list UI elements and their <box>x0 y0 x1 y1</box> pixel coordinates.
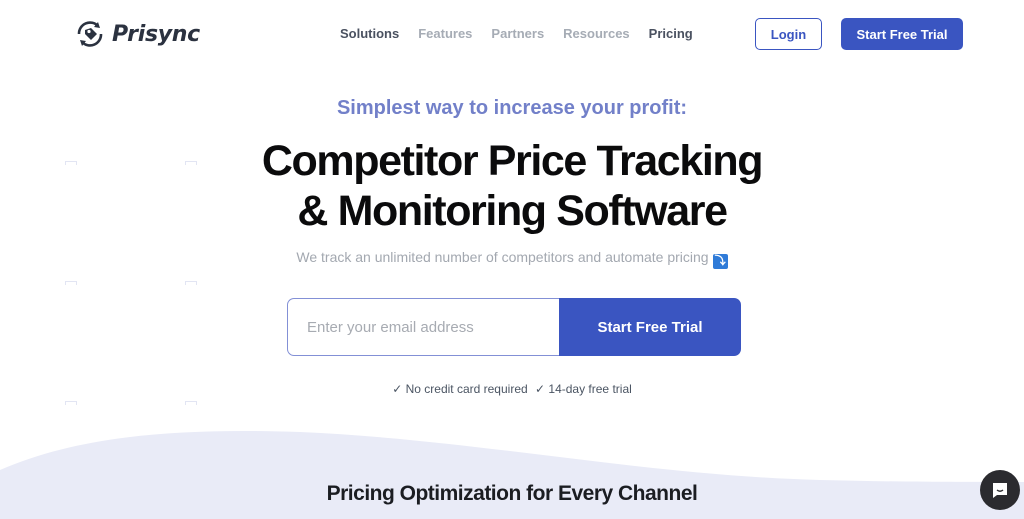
header-start-trial-button[interactable]: Start Free Trial <box>841 18 963 50</box>
benefit-free-trial: ✓ 14-day free trial <box>535 382 632 396</box>
nav-pricing[interactable]: Pricing <box>649 26 693 41</box>
subline-text: We track an unlimited number of competit… <box>296 249 709 265</box>
nav-features[interactable]: Features <box>418 26 472 41</box>
decorative-mark <box>65 401 77 405</box>
nav-solutions[interactable]: Solutions <box>340 26 399 41</box>
signup-form: Start Free Trial <box>287 298 741 356</box>
login-button[interactable]: Login <box>755 18 822 50</box>
headline-line-2: & Monitoring Software <box>297 187 728 235</box>
nav-partners[interactable]: Partners <box>491 26 544 41</box>
headline-line-1: Competitor Price Tracking <box>261 137 764 185</box>
chat-button[interactable] <box>980 470 1020 510</box>
logo[interactable]: Prisync <box>74 18 200 50</box>
arrow-down-icon: ⤵ <box>712 254 728 269</box>
logo-text: Prisync <box>112 21 200 47</box>
hero-subline: We track an unlimited number of competit… <box>0 249 1024 269</box>
decorative-mark <box>65 281 77 285</box>
email-input[interactable] <box>287 298 559 356</box>
chat-icon <box>993 483 1007 498</box>
site-header: Prisync Solutions Features Partners Reso… <box>0 0 1024 70</box>
nav-resources[interactable]: Resources <box>563 26 629 41</box>
main-nav: Solutions Features Partners Resources Pr… <box>340 26 712 41</box>
decorative-mark <box>185 401 197 405</box>
hero-headline: Competitor Price Tracking & Monitoring S… <box>0 136 1024 236</box>
logo-icon <box>77 21 103 47</box>
benefit-no-credit-card: ✓ No credit card required <box>392 382 528 396</box>
hero-eyebrow: Simplest way to increase your profit: <box>336 97 688 119</box>
trial-benefits: ✓ No credit card required ✓ 14-day free … <box>0 382 1024 396</box>
decorative-mark <box>185 281 197 285</box>
hero-start-trial-button[interactable]: Start Free Trial <box>559 298 741 356</box>
section-title: Pricing Optimization for Every Channel <box>326 482 698 505</box>
